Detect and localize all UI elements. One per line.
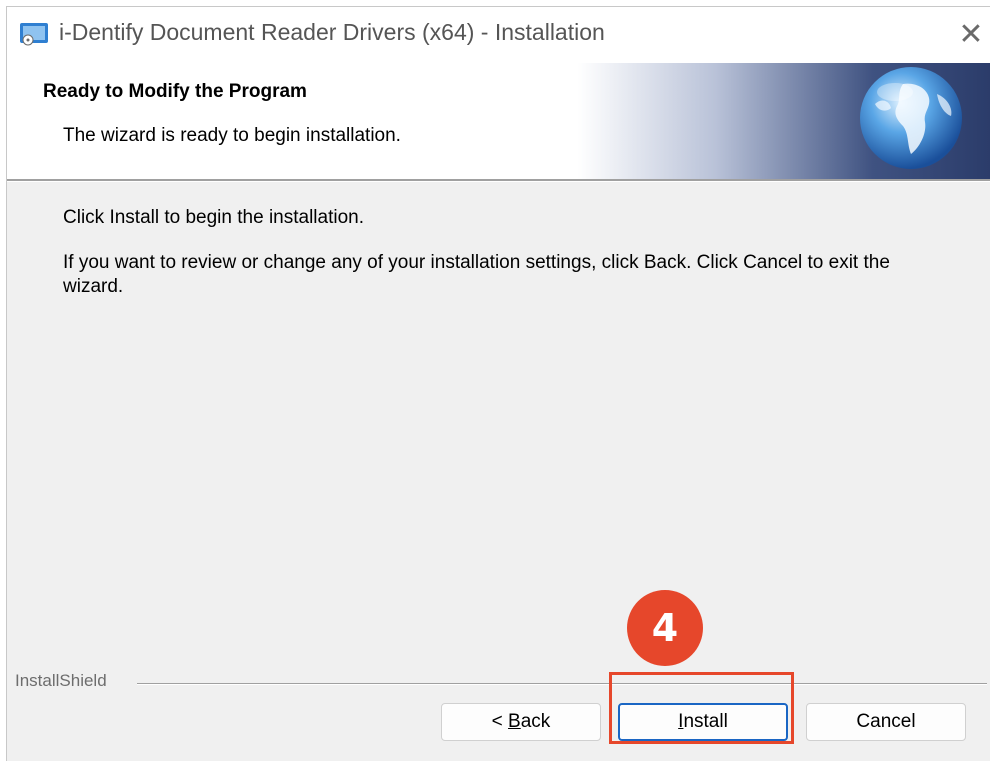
banner-subtitle: The wizard is ready to begin installatio… <box>63 125 401 146</box>
installshield-divider: InstallShield <box>7 671 990 691</box>
instruction-text: Click Install to begin the installation. <box>63 207 364 228</box>
banner-title: Ready to Modify the Program <box>43 81 307 102</box>
step-badge: 4 <box>627 590 703 666</box>
divider-line <box>137 683 987 685</box>
back-prefix: < <box>491 711 509 732</box>
cancel-button[interactable]: Cancel <box>806 703 966 741</box>
title-bar: i-Dentify Document Reader Drivers (x64) … <box>7 7 990 63</box>
review-text: If you want to review or change any of y… <box>63 252 890 297</box>
back-rest: ack <box>520 711 551 732</box>
banner-separator <box>7 179 990 182</box>
back-button[interactable]: < Back <box>441 703 601 741</box>
install-button[interactable]: Install <box>618 703 788 741</box>
window-title: i-Dentify Document Reader Drivers (x64) … <box>59 19 605 45</box>
install-rest: nstall <box>683 711 728 732</box>
installer-window: i-Dentify Document Reader Drivers (x64) … <box>6 6 990 761</box>
close-icon[interactable]: ✕ <box>951 15 990 55</box>
installer-app-icon <box>20 23 48 46</box>
globe-icon <box>860 67 962 169</box>
installshield-label: InstallShield <box>15 671 113 691</box>
back-mnemonic: B <box>508 711 521 732</box>
